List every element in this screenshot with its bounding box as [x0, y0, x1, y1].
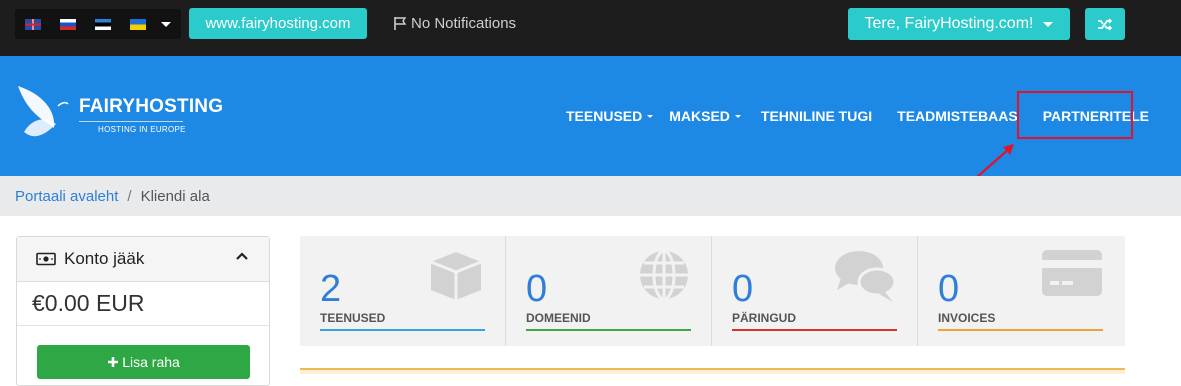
- stat-underline: [320, 329, 485, 331]
- nav-item-payments[interactable]: MAKSED: [669, 108, 741, 124]
- logo-divider: [79, 121, 183, 122]
- chevron-up-icon[interactable]: [235, 251, 249, 261]
- globe-icon: [640, 249, 688, 301]
- account-balance-title: Konto jääk: [64, 249, 145, 268]
- chevron-down-icon: [1043, 21, 1054, 27]
- stat-tile-services[interactable]: 2 TEENUSED: [300, 236, 506, 346]
- butterfly-logo-icon: [18, 86, 69, 137]
- chat-bubbles-icon: [835, 251, 897, 302]
- language-selector[interactable]: [15, 9, 181, 39]
- stat-tile-invoices[interactable]: 0 INVOICES: [918, 236, 1124, 346]
- alert-banner: [300, 368, 1125, 374]
- ua-flag-icon[interactable]: [130, 18, 146, 30]
- website-button[interactable]: www.fairyhosting.com: [189, 8, 367, 39]
- logo-name: FAIRYHOSTING: [79, 96, 224, 117]
- credit-card-icon: [1042, 250, 1102, 296]
- nav-item-services[interactable]: TEENUSED: [566, 108, 654, 124]
- stat-value: 2: [320, 268, 342, 310]
- account-menu-button[interactable]: Tere, FairyHosting.com!: [848, 8, 1070, 40]
- stat-tile-tickets[interactable]: 0 PÄRINGUD: [712, 236, 918, 346]
- shuffle-button[interactable]: [1085, 8, 1125, 40]
- nav-label: MAKSED: [669, 108, 730, 124]
- stat-value: 0: [938, 268, 960, 310]
- breadcrumb-home-link[interactable]: Portaali avaleht: [15, 188, 118, 205]
- logo-tagline: HOSTING IN EUROPE: [98, 125, 186, 134]
- uk-flag-icon[interactable]: [25, 18, 41, 30]
- account-balance-panel: Konto jääk €0.00 EUR Lisa raha: [16, 236, 270, 386]
- notifications-link[interactable]: No Notifications: [393, 15, 516, 32]
- greeting-label: Tere, FairyHosting.com!: [864, 15, 1034, 32]
- chevron-down-icon: [734, 115, 741, 118]
- stat-underline: [732, 329, 897, 331]
- stat-value: 0: [526, 268, 548, 310]
- stats-tiles: 2 TEENUSED 0 DOMEENID 0 PÄRINGUD 0 INVOI…: [300, 236, 1125, 346]
- plus-icon: [108, 357, 119, 367]
- shuffle-icon: [1098, 18, 1113, 31]
- stat-underline: [526, 329, 691, 331]
- stat-value: 0: [732, 268, 754, 310]
- nav-item-support[interactable]: TEHNILINE TUGI: [761, 108, 872, 124]
- add-funds-label: Lisa raha: [122, 354, 180, 370]
- annotation-highlight-box: [1017, 91, 1133, 139]
- stat-label: TEENUSED: [320, 311, 386, 325]
- logo[interactable]: FAIRYHOSTING HOSTING IN EUROPE: [14, 84, 223, 146]
- stat-label: INVOICES: [938, 311, 996, 325]
- chevron-down-icon[interactable]: [161, 21, 171, 27]
- account-balance-value: €0.00 EUR: [17, 282, 269, 326]
- account-balance-header[interactable]: Konto jääk: [17, 237, 269, 282]
- ee-flag-icon[interactable]: [95, 18, 111, 30]
- flag-icon: [394, 17, 407, 30]
- stat-underline: [938, 329, 1103, 331]
- stat-label: PÄRINGUD: [732, 311, 797, 325]
- breadcrumb-current: Kliendi ala: [140, 187, 210, 205]
- nav-label: TEENUSED: [566, 108, 643, 124]
- ru-flag-icon[interactable]: [60, 18, 76, 30]
- nav-item-knowledgebase[interactable]: TEADMISTEBAAS: [897, 108, 1018, 124]
- top-bar: www.fairyhosting.com No Notifications Te…: [0, 0, 1181, 56]
- breadcrumb: Portaali avaleht / Kliendi ala: [0, 176, 1181, 216]
- chevron-down-icon: [647, 115, 654, 118]
- nav-label: TEADMISTEBAAS: [897, 108, 1018, 124]
- box-icon: [430, 252, 482, 300]
- money-icon: [36, 252, 56, 266]
- stat-label: DOMEENID: [526, 311, 591, 325]
- breadcrumb-separator: /: [127, 187, 132, 205]
- notifications-label: No Notifications: [411, 15, 517, 32]
- nav-label: TEHNILINE TUGI: [760, 108, 873, 124]
- stat-tile-domains[interactable]: 0 DOMEENID: [506, 236, 712, 346]
